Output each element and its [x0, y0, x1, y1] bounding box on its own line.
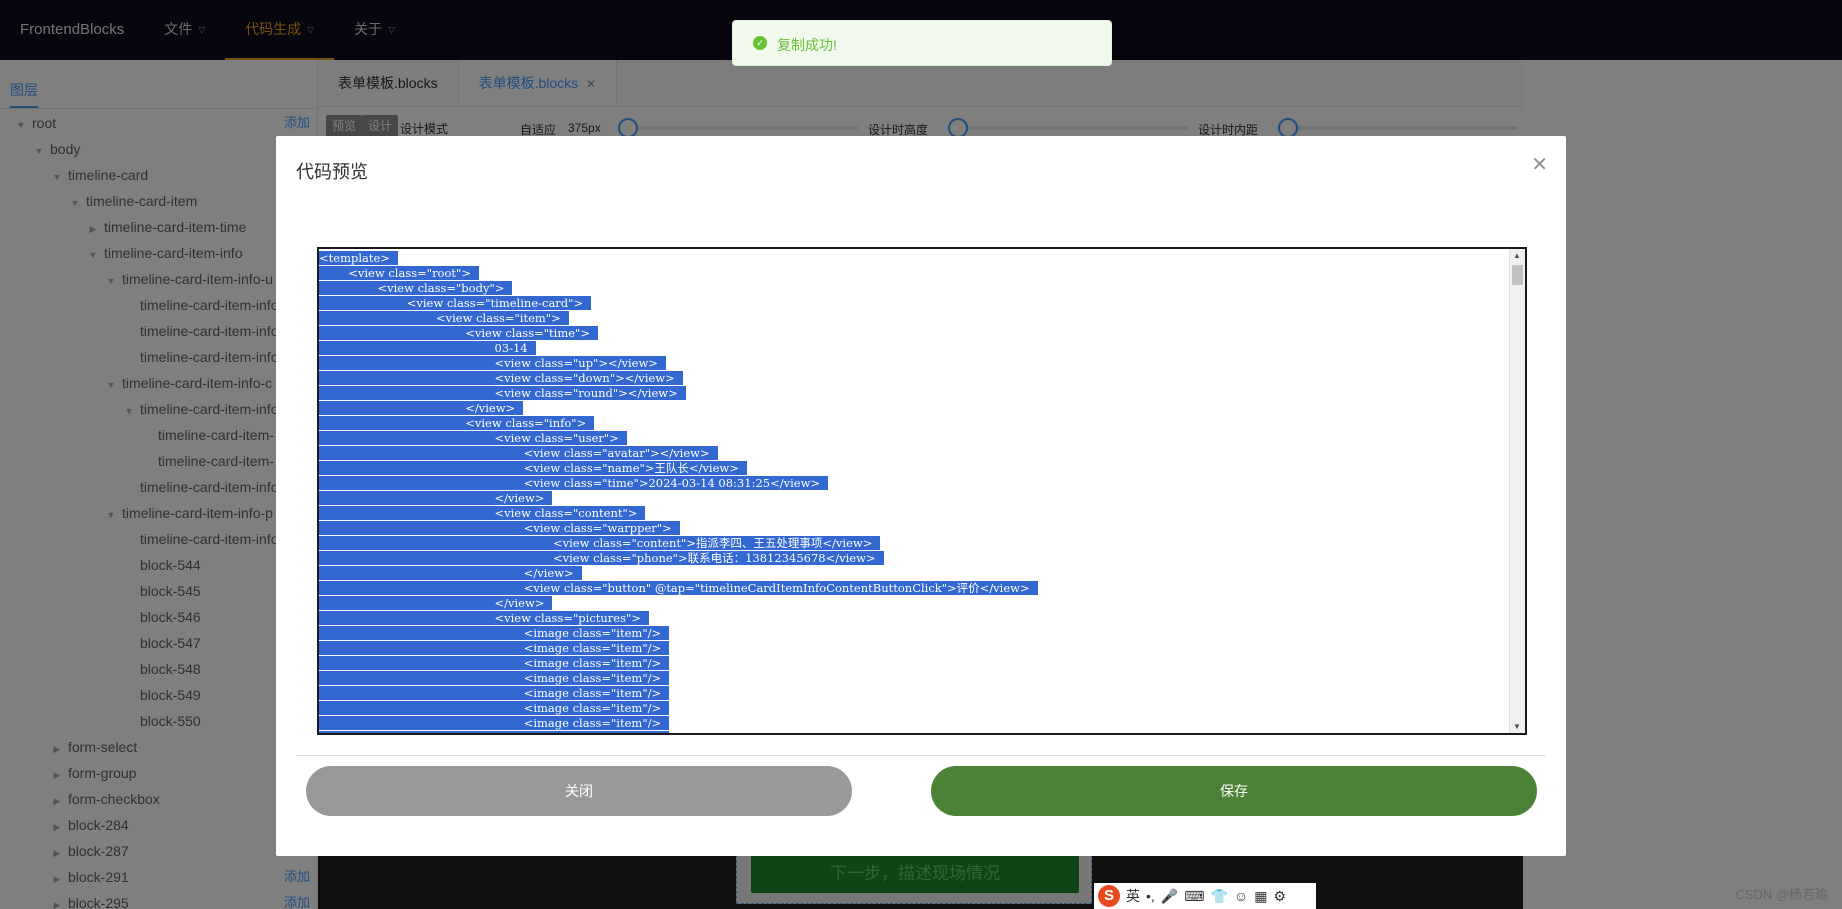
code-line-text: <view class="button" @tap="timelineCardI… — [319, 581, 1038, 595]
code-line: <view class="body"> — [319, 281, 1509, 296]
code-line: <image class="item"/> — [319, 701, 1509, 716]
grid-icon[interactable]: ▦ — [1254, 888, 1267, 905]
code-line-text: <view class="time">2024-03-14 08:31:25</… — [319, 476, 829, 490]
skin-icon[interactable]: 👕 — [1210, 888, 1227, 905]
code-line: <image class="item"/> — [319, 731, 1509, 733]
code-line: <image class="item"/> — [319, 656, 1509, 671]
code-line-text: <view class="timeline-card"> — [319, 296, 592, 310]
ime-toolbar: S 英 •, 🎤 ⌨ 👕 ☺ ▦ ⚙ — [1094, 883, 1316, 909]
code-line: <view class="timeline-card"> — [319, 296, 1509, 311]
code-line-text: <view class="up"></view> — [319, 356, 666, 370]
code-line: <view class="round"></view> — [319, 386, 1509, 401]
code-line: <view class="phone">联系电话：13812345678</vi… — [319, 551, 1509, 566]
scrollbar[interactable]: ▲ ▼ — [1509, 249, 1525, 733]
code-line-text: <view class="content">指派李四、王五处理事项</view> — [319, 536, 881, 550]
code-line: <view class="root"> — [319, 266, 1509, 281]
watermark: CSDN @杨若瑜 — [1735, 887, 1828, 902]
code-line-text: <view class="item"> — [319, 311, 569, 325]
code-preview-dialog: 代码预览 ✕ <template> <view class="root"> <v… — [276, 136, 1566, 856]
code-line-text: <view class="down"></view> — [319, 371, 683, 385]
code-line: <view class="down"></view> — [319, 371, 1509, 386]
code-line-text: <view class="phone">联系电话：13812345678</vi… — [319, 551, 884, 565]
code-line: <view class="time">2024-03-14 08:31:25</… — [319, 476, 1509, 491]
code-line: <image class="item"/> — [319, 686, 1509, 701]
code-line: <view class="time"> — [319, 326, 1509, 341]
check-circle-icon: ✓ — [753, 36, 767, 50]
code-line: <view class="info"> — [319, 416, 1509, 431]
code-line-text: </view> — [319, 491, 553, 505]
code-line-text: <image class="item"/> — [319, 686, 670, 700]
code-line-text: <image class="item"/> — [319, 626, 670, 640]
code-line-text: <view class="round"></view> — [319, 386, 686, 400]
dialog-divider — [296, 755, 1546, 756]
code-line-text: <view class="root"> — [319, 266, 479, 280]
code-line: <image class="item"/> — [319, 626, 1509, 641]
code-line: <view class="up"></view> — [319, 356, 1509, 371]
code-line: <template> — [319, 251, 1509, 266]
close-icon[interactable]: ✕ — [1531, 152, 1548, 177]
code-line: </view> — [319, 566, 1509, 581]
code-line-text: <image class="item"/> — [319, 731, 670, 733]
code-line: </view> — [319, 401, 1509, 416]
code-content: <template> <view class="root"> <view cla… — [319, 251, 1509, 733]
code-line-text: <view class="user"> — [319, 431, 627, 445]
code-line-text: <view class="content"> — [319, 506, 646, 520]
code-line: <view class="content">指派李四、王五处理事项</view> — [319, 536, 1509, 551]
code-line-text: <view class="avatar"></view> — [319, 446, 718, 460]
code-line: <image class="item"/> — [319, 716, 1509, 731]
code-line: <view class="content"> — [319, 506, 1509, 521]
scrollbar-thumb[interactable] — [1512, 265, 1523, 285]
code-line-text: </view> — [319, 596, 553, 610]
code-line: <view class="user"> — [319, 431, 1509, 446]
code-line-text: <view class="pictures"> — [319, 611, 649, 625]
code-line: <image class="item"/> — [319, 641, 1509, 656]
code-line: <view class="pictures"> — [319, 611, 1509, 626]
code-line-text: <view class="warpper"> — [319, 521, 680, 535]
code-line-text: <template> — [319, 251, 398, 265]
code-line-text: <image class="item"/> — [319, 656, 670, 670]
code-line-text: </view> — [319, 566, 582, 580]
code-line-text: 03-14 — [319, 341, 536, 355]
code-line-text: <view class="info"> — [319, 416, 595, 430]
code-line: <view class="warpper"> — [319, 521, 1509, 536]
code-line-text: <view class="body"> — [319, 281, 513, 295]
emoji-icon[interactable]: ☺ — [1234, 888, 1248, 904]
code-line: </view> — [319, 596, 1509, 611]
scroll-up-icon[interactable]: ▲ — [1513, 251, 1521, 260]
code-line: 03-14 — [319, 341, 1509, 356]
keyboard-icon[interactable]: ⌨ — [1184, 888, 1204, 905]
code-line: <view class="item"> — [319, 311, 1509, 326]
sogou-logo-icon[interactable]: S — [1098, 885, 1120, 907]
code-line: <view class="button" @tap="timelineCardI… — [319, 581, 1509, 596]
scroll-down-icon[interactable]: ▼ — [1513, 722, 1521, 731]
settings-icon[interactable]: ⚙ — [1273, 888, 1286, 905]
microphone-icon[interactable]: 🎤 — [1161, 888, 1178, 905]
code-line-text: <view class="time"> — [319, 326, 598, 340]
save-button[interactable]: 保存 — [931, 766, 1537, 816]
code-line-text: </view> — [319, 401, 524, 415]
code-line: <view class="avatar"></view> — [319, 446, 1509, 461]
code-line: </view> — [319, 491, 1509, 506]
code-textarea[interactable]: <template> <view class="root"> <view cla… — [317, 247, 1527, 735]
dialog-title: 代码预览 — [296, 162, 368, 182]
code-line-text: <image class="item"/> — [319, 671, 670, 685]
ime-lang-toggle[interactable]: 英 — [1126, 886, 1140, 906]
code-line: <image class="item"/> — [319, 671, 1509, 686]
close-button[interactable]: 关闭 — [306, 766, 852, 816]
code-line-text: <view class="name">王队长</view> — [319, 461, 747, 475]
punctuation-icon[interactable]: •, — [1146, 888, 1155, 904]
code-line-text: <image class="item"/> — [319, 701, 670, 715]
code-line-text: <image class="item"/> — [319, 716, 670, 730]
code-line-text: <image class="item"/> — [319, 641, 670, 655]
toast-message: 复制成功! — [777, 37, 837, 53]
success-toast: ✓ 复制成功! — [732, 20, 1112, 66]
code-line: <view class="name">王队长</view> — [319, 461, 1509, 476]
